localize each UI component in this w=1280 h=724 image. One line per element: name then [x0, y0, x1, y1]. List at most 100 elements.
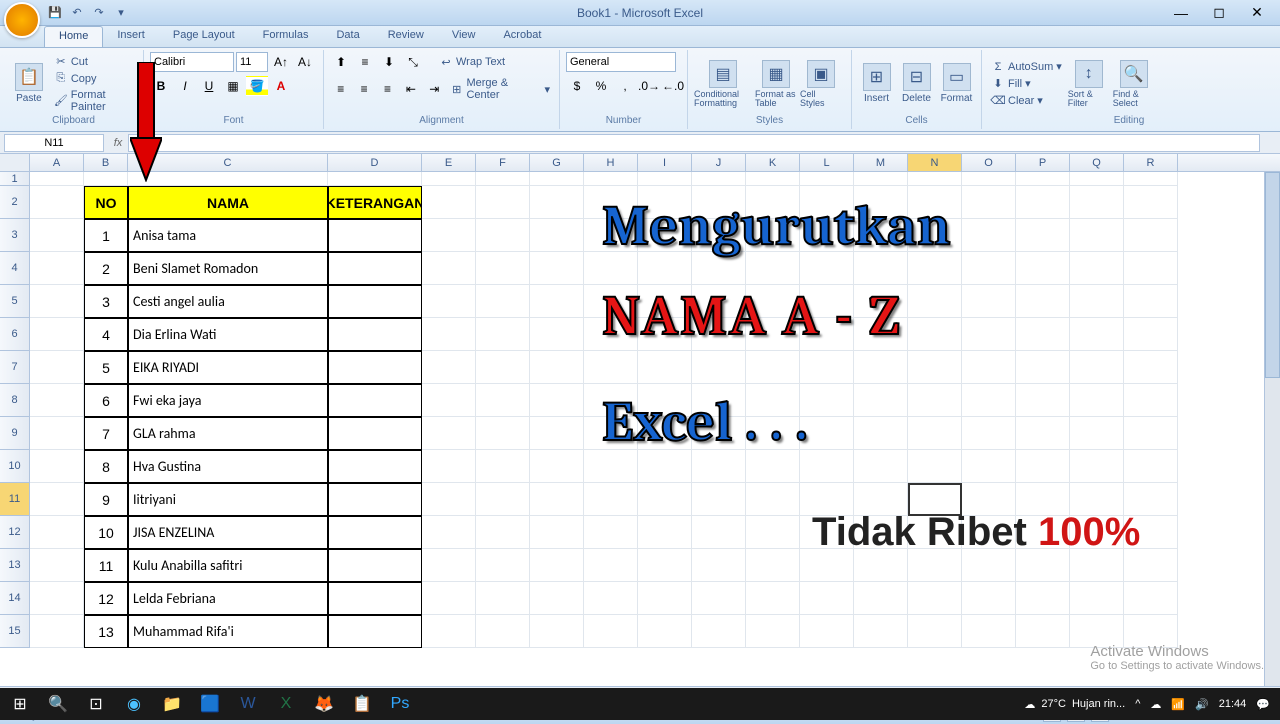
cell[interactable]	[422, 252, 476, 285]
cell[interactable]	[962, 516, 1016, 549]
cell[interactable]	[422, 351, 476, 384]
cell[interactable]	[328, 417, 422, 450]
row-header[interactable]: 10	[0, 450, 30, 483]
cell[interactable]	[908, 285, 962, 318]
fx-icon[interactable]: fx	[108, 137, 128, 149]
delete-cells-button[interactable]: ⊟Delete	[898, 63, 935, 104]
cell[interactable]	[908, 186, 962, 219]
cell[interactable]	[328, 172, 422, 186]
cell[interactable]	[328, 516, 422, 549]
cell[interactable]	[746, 582, 800, 615]
cell[interactable]	[328, 252, 422, 285]
cell[interactable]	[476, 351, 530, 384]
cell[interactable]	[854, 219, 908, 252]
ribbon-tab-page-layout[interactable]: Page Layout	[159, 26, 249, 47]
notification-icon[interactable]: 💬	[1256, 698, 1270, 711]
cell[interactable]	[638, 186, 692, 219]
cell[interactable]	[476, 615, 530, 648]
cell[interactable]	[854, 186, 908, 219]
cell[interactable]: 10	[84, 516, 128, 549]
cell[interactable]: 6	[84, 384, 128, 417]
cell[interactable]	[422, 450, 476, 483]
cell[interactable]	[422, 384, 476, 417]
close-button[interactable]: ✕	[1244, 3, 1270, 23]
cell[interactable]: NO	[84, 186, 128, 219]
cell[interactable]: 12	[84, 582, 128, 615]
cell[interactable]	[422, 615, 476, 648]
cell[interactable]	[908, 516, 962, 549]
cell[interactable]	[30, 417, 84, 450]
cell[interactable]	[908, 615, 962, 648]
cell[interactable]	[84, 172, 128, 186]
column-header[interactable]: G	[530, 154, 584, 171]
cell[interactable]: Dia Erlina Wati	[128, 318, 328, 351]
cell[interactable]	[692, 318, 746, 351]
row-header[interactable]: 7	[0, 351, 30, 384]
row-header[interactable]: 9	[0, 417, 30, 450]
cell[interactable]	[1016, 285, 1070, 318]
comma-icon[interactable]: ,	[614, 76, 636, 96]
cell[interactable]	[422, 516, 476, 549]
task-view-icon[interactable]: ⊡	[78, 689, 114, 719]
clock[interactable]: 21:44	[1219, 698, 1247, 710]
cell[interactable]	[530, 516, 584, 549]
wifi-icon[interactable]: 📶	[1171, 698, 1185, 711]
cell[interactable]	[746, 351, 800, 384]
cell[interactable]	[692, 483, 746, 516]
redo-icon[interactable]: ↷	[90, 4, 108, 22]
cell[interactable]	[854, 549, 908, 582]
cell[interactable]: 7	[84, 417, 128, 450]
cell[interactable]	[638, 219, 692, 252]
cell[interactable]	[746, 615, 800, 648]
cell[interactable]	[962, 417, 1016, 450]
cell[interactable]	[800, 318, 854, 351]
column-header[interactable]: B	[84, 154, 128, 171]
cell[interactable]	[476, 417, 530, 450]
cell[interactable]	[422, 219, 476, 252]
cell[interactable]	[1124, 285, 1178, 318]
scrollbar-thumb[interactable]	[1265, 172, 1280, 378]
row-header[interactable]: 1	[0, 172, 30, 186]
ribbon-tab-home[interactable]: Home	[44, 26, 103, 47]
cell[interactable]	[30, 516, 84, 549]
cell[interactable]	[1070, 582, 1124, 615]
cell[interactable]	[1016, 417, 1070, 450]
column-header[interactable]: F	[476, 154, 530, 171]
cell[interactable]	[692, 417, 746, 450]
cell[interactable]: 13	[84, 615, 128, 648]
cell[interactable]	[692, 516, 746, 549]
column-header[interactable]: I	[638, 154, 692, 171]
merge-center-button[interactable]: ⊞Merge & Center ▾	[447, 76, 553, 102]
autosum-button[interactable]: ΣAutoSum ▾	[988, 59, 1065, 75]
cell[interactable]	[530, 384, 584, 417]
conditional-formatting-button[interactable]: ▤Conditional Formatting	[694, 60, 752, 108]
cell[interactable]	[854, 172, 908, 186]
cell[interactable]	[30, 351, 84, 384]
cell[interactable]	[328, 351, 422, 384]
cell[interactable]	[692, 582, 746, 615]
cell[interactable]	[800, 516, 854, 549]
cell[interactable]	[692, 549, 746, 582]
cell[interactable]	[1124, 549, 1178, 582]
cell[interactable]	[800, 450, 854, 483]
cell[interactable]: 1	[84, 219, 128, 252]
cell[interactable]	[638, 417, 692, 450]
row-header[interactable]: 5	[0, 285, 30, 318]
cell[interactable]	[530, 285, 584, 318]
cell[interactable]	[800, 549, 854, 582]
cell[interactable]	[962, 549, 1016, 582]
cell[interactable]	[422, 186, 476, 219]
cell[interactable]	[962, 172, 1016, 186]
explorer-icon[interactable]: 📁	[154, 689, 190, 719]
cell[interactable]	[908, 549, 962, 582]
ribbon-tab-data[interactable]: Data	[322, 26, 373, 47]
cell[interactable]	[1016, 219, 1070, 252]
cell[interactable]	[30, 549, 84, 582]
increase-indent-icon[interactable]: ⇥	[424, 79, 445, 99]
cell[interactable]: KETERANGAN	[328, 186, 422, 219]
cell[interactable]	[1070, 384, 1124, 417]
cell[interactable]	[30, 252, 84, 285]
cell[interactable]	[30, 582, 84, 615]
cell[interactable]	[530, 549, 584, 582]
cell[interactable]	[962, 483, 1016, 516]
